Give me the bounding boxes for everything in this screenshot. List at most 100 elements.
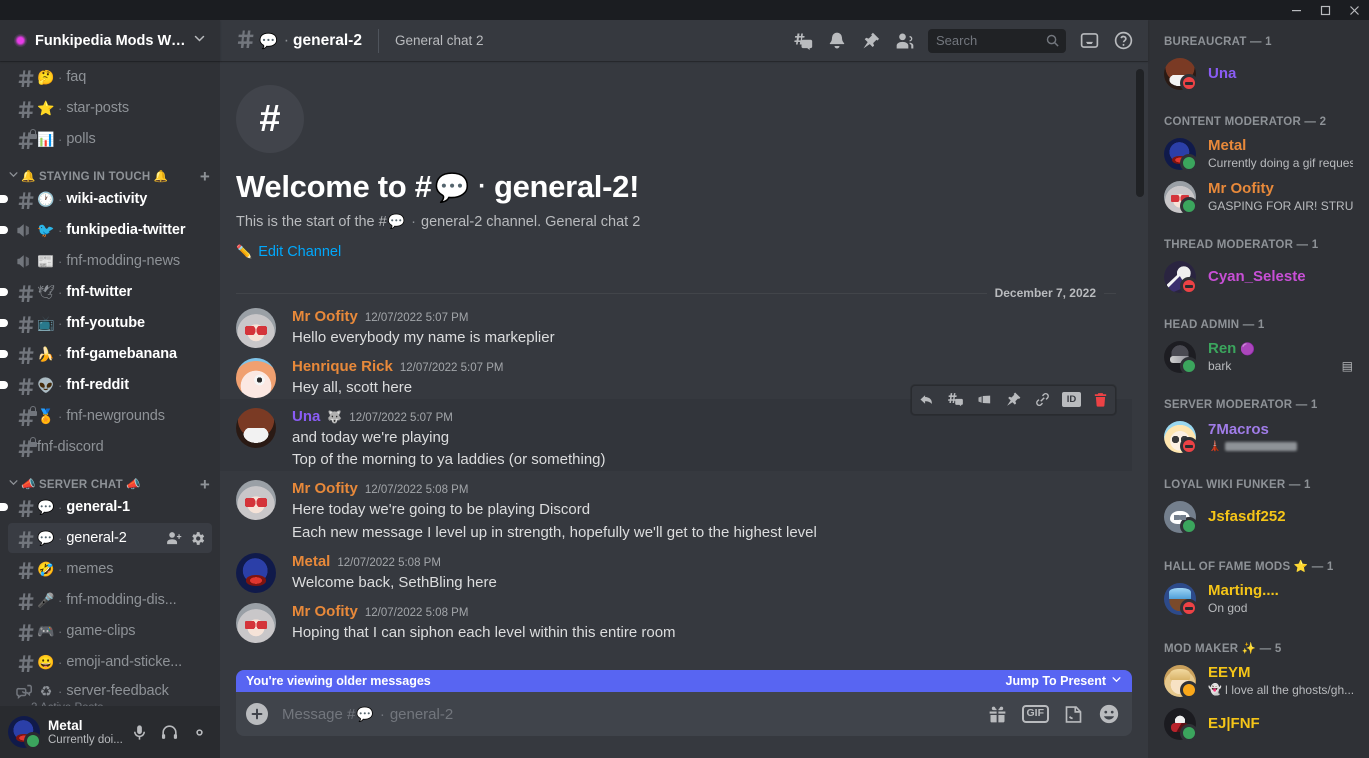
avatar[interactable] <box>236 357 276 398</box>
mark-unread-icon[interactable] <box>970 386 999 414</box>
threads-icon[interactable] <box>786 25 820 57</box>
sidebar-channel-fnf-newgrounds[interactable]: 🏅 · fnf-newgrounds <box>8 401 212 431</box>
member-list-item[interactable]: Una <box>1156 53 1361 95</box>
avatar[interactable] <box>1164 583 1198 617</box>
member-list-item[interactable]: Jsfasdf252 <box>1156 496 1361 538</box>
avatar[interactable] <box>1164 501 1198 535</box>
message-author[interactable]: Mr Oofity <box>292 308 358 326</box>
window-minimize-button[interactable] <box>1282 0 1311 20</box>
emoji-icon[interactable] <box>1098 703 1120 725</box>
sidebar-channel-fnf-youtube[interactable]: 📺 · fnf-youtube <box>0 308 212 338</box>
avatar[interactable] <box>236 407 276 448</box>
sidebar-channel-fnf-reddit[interactable]: 👽 · fnf-reddit <box>0 370 212 400</box>
search-input[interactable] <box>936 33 1045 48</box>
sidebar-channel-emoji-and-sticke[interactable]: 😀 · emoji-and-sticke... <box>8 647 212 677</box>
chat-message[interactable]: Una 🐺 12/07/2022 5:07 PM and today we're pl… <box>220 384 1132 472</box>
pin-message-icon[interactable] <box>999 386 1028 414</box>
edit-channel-link[interactable]: ✏️ Edit Channel <box>236 244 1116 260</box>
sidebar-channel-memes[interactable]: 🤣 · memes <box>8 554 212 584</box>
notification-bell-icon[interactable] <box>820 25 854 57</box>
user-settings-gear-icon[interactable] <box>186 719 212 745</box>
message-input-placeholder[interactable]: Message # 💬 · general-2 <box>282 706 987 723</box>
window-close-button[interactable] <box>1340 0 1369 20</box>
sidebar-channel-star-posts[interactable]: ⭐ · star-posts <box>8 93 212 123</box>
help-icon[interactable] <box>1106 25 1140 57</box>
gift-icon[interactable] <box>987 704 1008 725</box>
message-author[interactable]: Metal <box>292 553 330 571</box>
message-author[interactable]: Mr Oofity <box>292 603 358 621</box>
jump-to-present-button[interactable]: Jump To Present <box>1006 674 1122 688</box>
avatar[interactable] <box>1164 58 1198 92</box>
window-maximize-button[interactable] <box>1311 0 1340 20</box>
member-list-item[interactable]: EEYM 👻I love all the ghosts/gh...▤ <box>1156 660 1361 702</box>
member-list-sidebar[interactable]: BUREAUCRAT — 1 Una CONTENT MODERATOR — 2 Me… <box>1148 20 1369 758</box>
member-list-item[interactable]: Ren 🟣 bark ▤ <box>1156 336 1361 378</box>
sidebar-channel-wiki-activity[interactable]: 🕐 · wiki-activity <box>0 184 212 214</box>
message-author[interactable]: Una <box>292 408 320 426</box>
sidebar-channel-general-1[interactable]: 💬 · general-1 <box>0 492 212 522</box>
avatar[interactable] <box>1164 665 1198 699</box>
avatar[interactable] <box>1164 138 1198 172</box>
member-list-item[interactable]: Cyan_Seleste <box>1156 256 1361 298</box>
sidebar-channel-fnf-gamebanana[interactable]: 🍌 · fnf-gamebanana <box>0 339 212 369</box>
chat-message[interactable]: Mr Oofity 12/07/2022 5:08 PM Here today we… <box>220 471 1132 544</box>
reply-icon[interactable] <box>912 386 941 414</box>
message-author[interactable]: Henrique Rick <box>292 358 393 376</box>
user-info[interactable]: Metal Currently doi... <box>48 718 126 746</box>
avatar[interactable] <box>236 602 276 643</box>
message-scrollbar[interactable] <box>1132 61 1148 670</box>
sidebar-channel-funkipedia-twitter[interactable]: 🐦 · funkipedia-twitter <box>0 215 212 245</box>
message-composer[interactable]: Message # 💬 · general-2 GIF <box>236 692 1132 736</box>
add-channel-icon[interactable]: + <box>200 476 212 493</box>
avatar[interactable] <box>1164 261 1198 295</box>
gif-icon[interactable]: GIF <box>1021 705 1049 723</box>
sidebar-channel-polls[interactable]: 📊 · polls <box>8 124 212 154</box>
add-channel-icon[interactable]: + <box>200 168 212 185</box>
chat-message[interactable]: Mr Oofity 12/07/2022 5:07 PM Hello everybo… <box>220 299 1132 349</box>
plus-icon[interactable] <box>246 703 268 725</box>
forum-channel[interactable]: ♻ ·server-feedback 2 Active Posts <box>0 678 220 706</box>
member-list-icon[interactable] <box>888 25 922 57</box>
member-list-item[interactable]: EJ|FNF <box>1156 703 1361 745</box>
sidebar-channel-fnf-twitter[interactable]: 🕊 · fnf-twitter <box>0 277 212 307</box>
sidebar-channel-general-2[interactable]: 💬 · general-2 <box>8 523 212 553</box>
avatar[interactable] <box>1164 708 1198 742</box>
channel-category[interactable]: 🔔 STAYING IN TOUCH 🔔 + <box>0 155 220 185</box>
channel-category[interactable]: 📣 SERVER CHAT 📣 + <box>0 463 220 493</box>
sidebar-channel-game-clips[interactable]: 🎮 · game-clips <box>8 616 212 646</box>
chat-message[interactable]: Metal 12/07/2022 5:08 PM Welcome back, Set… <box>220 544 1132 594</box>
server-header-button[interactable]: Funkipedia Mods Wiki <box>0 20 220 61</box>
member-list-item[interactable]: 7Macros 🗼 <box>1156 416 1361 458</box>
copy-id-icon[interactable]: ID <box>1057 386 1086 414</box>
invite-icon[interactable] <box>165 530 182 547</box>
avatar[interactable] <box>236 308 276 348</box>
search-box[interactable] <box>928 28 1066 53</box>
inbox-icon[interactable] <box>1072 25 1106 57</box>
message-scroll-region[interactable]: # Welcome to # 💬 · general-2! This is th… <box>220 61 1132 670</box>
create-thread-icon[interactable] <box>941 386 970 414</box>
sidebar-channel-fnf-discord[interactable]: fnf-discord <box>8 432 212 462</box>
avatar[interactable] <box>1164 421 1198 455</box>
sidebar-channel-fnf-modding-dis[interactable]: 🎤 · fnf-modding-dis... <box>8 585 212 615</box>
delete-message-icon[interactable] <box>1086 386 1115 414</box>
pinned-messages-icon[interactable] <box>854 25 888 57</box>
settings-icon[interactable] <box>189 530 206 547</box>
member-list-item[interactable]: Marting.... On god <box>1156 578 1361 620</box>
avatar[interactable] <box>1164 341 1198 375</box>
sidebar-channel-fnf-modding-news[interactable]: 📰 · fnf-modding-news <box>8 246 212 276</box>
scrollbar-thumb[interactable] <box>1136 69 1144 197</box>
headphones-icon[interactable] <box>156 719 182 745</box>
member-list-item[interactable]: Metal Currently doing a gif request t... <box>1156 133 1361 175</box>
avatar[interactable] <box>8 716 42 750</box>
avatar[interactable] <box>1164 181 1198 215</box>
microphone-icon[interactable] <box>126 719 152 745</box>
avatar[interactable] <box>236 480 276 521</box>
avatar[interactable] <box>236 552 276 593</box>
member-list-item[interactable]: Mr Oofity GASPING FOR AIR! STRUGGL... <box>1156 176 1361 218</box>
sidebar-channel-faq[interactable]: 🤔 · faq <box>8 62 212 92</box>
chat-message[interactable]: Mr Oofity 12/07/2022 5:08 PM Hoping that I… <box>220 594 1132 644</box>
copy-link-icon[interactable] <box>1028 386 1057 414</box>
channel-list[interactable]: 🤔 · faq ⭐ · star-posts 📊 · polls 🔔 STAYING IN TOU… <box>0 61 220 706</box>
sticker-icon[interactable] <box>1063 704 1084 725</box>
message-author[interactable]: Mr Oofity <box>292 480 358 498</box>
